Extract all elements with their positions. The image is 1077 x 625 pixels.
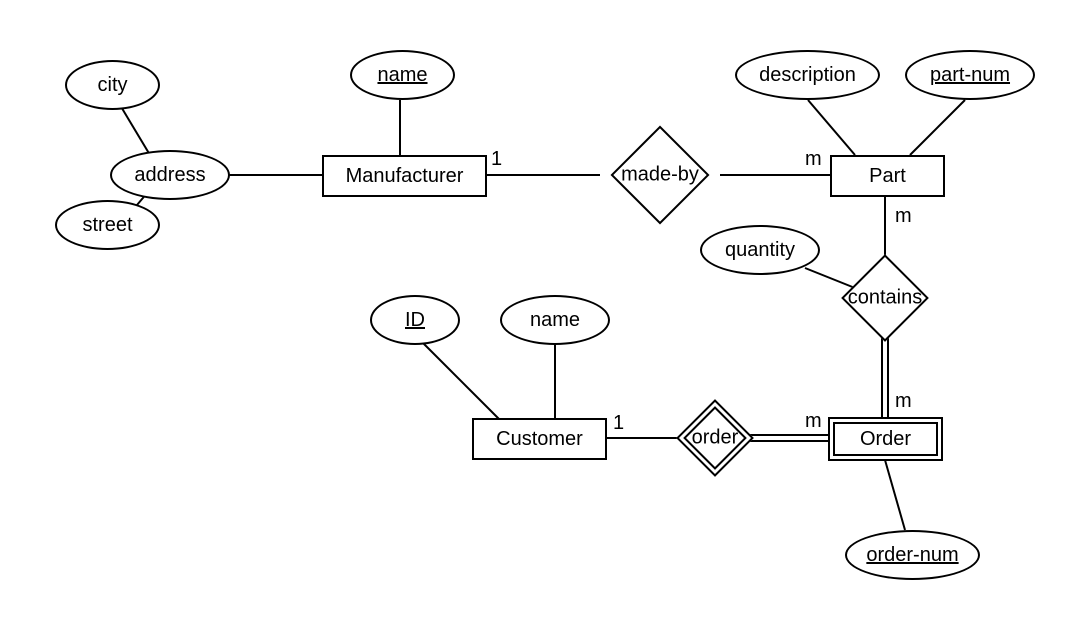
attr-quantity-label: quantity (725, 239, 795, 262)
attr-order-num-label: order-num (866, 544, 958, 567)
rel-order: order (675, 413, 755, 463)
attr-address-label: address (134, 164, 205, 187)
attr-part-num-label: part-num (930, 64, 1010, 87)
card-order-order: m (805, 410, 822, 433)
entity-manufacturer-label: Manufacturer (346, 165, 464, 188)
attr-description-label: description (759, 64, 856, 87)
attr-cust-name-label: name (530, 309, 580, 332)
attr-part-num: part-num (905, 50, 1035, 100)
rel-order-label: order (692, 427, 739, 450)
attr-city-label: city (98, 74, 128, 97)
card-contains-part: m (895, 205, 912, 228)
card-contains-order: m (895, 390, 912, 413)
entity-order-label: Order (860, 428, 911, 451)
card-made-by-mfr: 1 (491, 148, 502, 171)
entity-customer: Customer (472, 418, 607, 460)
rel-made-by-label: made-by (621, 164, 699, 187)
card-made-by-part: m (805, 148, 822, 171)
entity-order: Order (828, 417, 943, 461)
attr-mfr-name: name (350, 50, 455, 100)
attr-cust-name: name (500, 295, 610, 345)
entity-customer-label: Customer (496, 428, 583, 451)
attr-mfr-name-label: name (377, 64, 427, 87)
attr-street: street (55, 200, 160, 250)
attr-street-label: street (82, 214, 132, 237)
rel-contains-label: contains (848, 286, 923, 309)
attr-city: city (65, 60, 160, 110)
entity-part: Part (830, 155, 945, 197)
attr-quantity: quantity (700, 225, 820, 275)
attr-description: description (735, 50, 880, 100)
entity-manufacturer: Manufacturer (322, 155, 487, 197)
attr-cust-id: ID (370, 295, 460, 345)
attr-order-num: order-num (845, 530, 980, 580)
rel-contains: contains (835, 270, 935, 325)
card-order-customer: 1 (613, 412, 624, 435)
rel-made-by: made-by (600, 150, 720, 200)
attr-address: address (110, 150, 230, 200)
attr-cust-id-label: ID (405, 309, 425, 332)
entity-part-label: Part (869, 165, 906, 188)
